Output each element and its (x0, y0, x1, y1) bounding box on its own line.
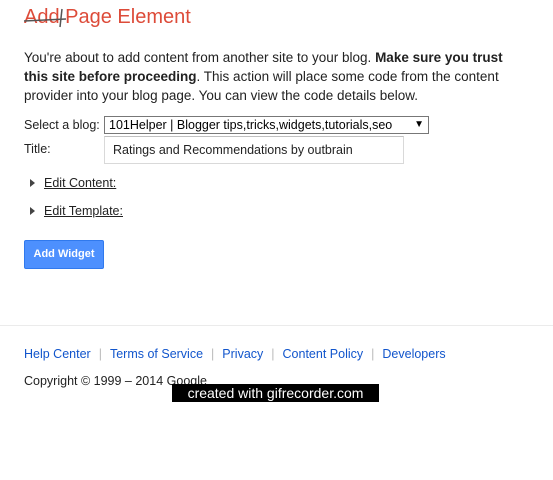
footer-links: Help Center | Terms of Service | Privacy… (24, 347, 446, 361)
separator: | (211, 347, 215, 361)
edit-content-expander[interactable]: Edit Content: (30, 176, 116, 190)
blog-select[interactable]: 101Helper | Blogger tips,tricks,widgets,… (104, 116, 429, 134)
dropdown-arrow-icon: ▼ (414, 119, 424, 130)
separator: | (98, 347, 102, 361)
footer-divider (0, 325, 553, 326)
footer-link-help-center[interactable]: Help Center (24, 347, 91, 361)
edit-template-link[interactable]: Edit Template: (44, 204, 123, 218)
expand-triangle-icon (30, 179, 35, 187)
watermark: created with gifrecorder.com (172, 384, 379, 402)
expand-triangle-icon (30, 207, 35, 215)
intro-part1: You're about to add content from another… (24, 50, 376, 65)
footer-link-content-policy[interactable]: Content Policy (283, 347, 364, 361)
edit-template-expander[interactable]: Edit Template: (30, 204, 123, 218)
blog-select-label: Select a blog: (24, 118, 100, 132)
footer-link-developers[interactable]: Developers (382, 347, 445, 361)
footer-link-privacy[interactable]: Privacy (222, 347, 263, 361)
footer-link-terms[interactable]: Terms of Service (110, 347, 203, 361)
page-title: Add Page Element (24, 6, 191, 28)
separator: | (271, 347, 275, 361)
edit-content-link[interactable]: Edit Content: (44, 176, 116, 190)
add-widget-button[interactable]: Add Widget (24, 240, 104, 269)
separator: | (371, 347, 375, 361)
title-label: Title: (24, 142, 51, 156)
intro-text: You're about to add content from another… (24, 48, 524, 105)
title-input[interactable]: Ratings and Recommendations by outbrain (104, 136, 404, 164)
blog-select-value: 101Helper | Blogger tips,tricks,widgets,… (109, 118, 393, 132)
